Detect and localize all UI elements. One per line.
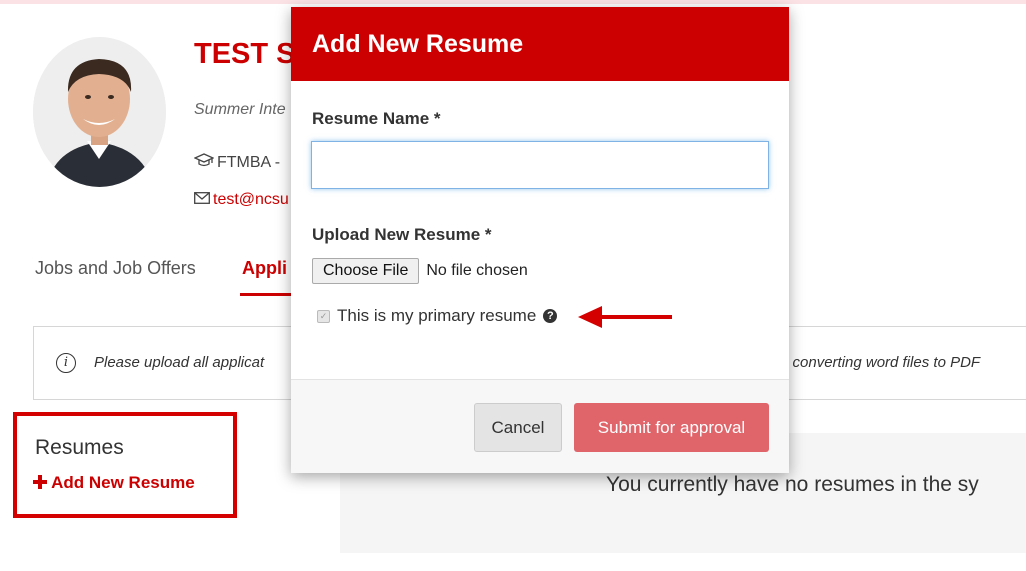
resumes-section: Resumes Add New Resume <box>13 412 237 518</box>
cancel-button[interactable]: Cancel <box>474 403 562 452</box>
modal-footer: Cancel Submit for approval <box>291 379 789 473</box>
empty-message: You currently have no resumes in the sy <box>606 473 979 496</box>
resume-name-label: Resume Name * <box>312 109 441 128</box>
email-link[interactable]: test@ncsu <box>213 191 289 209</box>
top-border <box>0 0 1026 4</box>
resumes-title: Resumes <box>35 436 124 459</box>
resume-name-input[interactable] <box>311 141 769 189</box>
choose-file-button[interactable]: Choose File <box>312 258 420 284</box>
student-subtitle: Summer Inte <box>194 101 286 118</box>
tab-jobs-and-job-offers[interactable]: Jobs and Job Offers <box>35 258 196 279</box>
primary-resume-checkbox[interactable]: ✓ <box>317 309 330 323</box>
plus-icon <box>33 473 51 492</box>
question-circle-icon[interactable]: ? <box>543 309 558 323</box>
avatar <box>33 37 166 187</box>
tab-applications[interactable]: Appli <box>242 258 287 279</box>
file-upload-row: Choose File No file chosen <box>312 258 528 284</box>
email-row[interactable]: test@ncsu <box>194 191 289 209</box>
graduation-cap-icon <box>193 153 215 172</box>
add-resume-modal: Add New Resume Resume Name * Upload New … <box>291 7 789 473</box>
annotation-arrow-icon <box>578 302 674 337</box>
program-row: FTMBA - <box>193 153 281 172</box>
info-icon: i <box>56 353 76 373</box>
submit-for-approval-button[interactable]: Submit for approval <box>574 403 769 452</box>
file-status: No file chosen <box>426 262 528 279</box>
primary-resume-label: This is my primary resume <box>337 306 537 325</box>
alert-text-continued: or converting word files to PDF <box>775 354 981 371</box>
program-text: FTMBA - <box>217 153 281 171</box>
modal-title: Add New Resume <box>312 30 524 58</box>
alert-text: Please upload all applicat <box>94 354 265 371</box>
envelope-icon <box>194 191 210 209</box>
add-new-resume-link[interactable]: Add New Resume <box>33 473 195 493</box>
modal-header: Add New Resume <box>291 7 789 81</box>
primary-resume-row: ✓ This is my primary resume ? <box>317 306 558 326</box>
add-new-resume-label: Add New Resume <box>51 473 195 492</box>
upload-resume-label: Upload New Resume * <box>312 225 492 244</box>
